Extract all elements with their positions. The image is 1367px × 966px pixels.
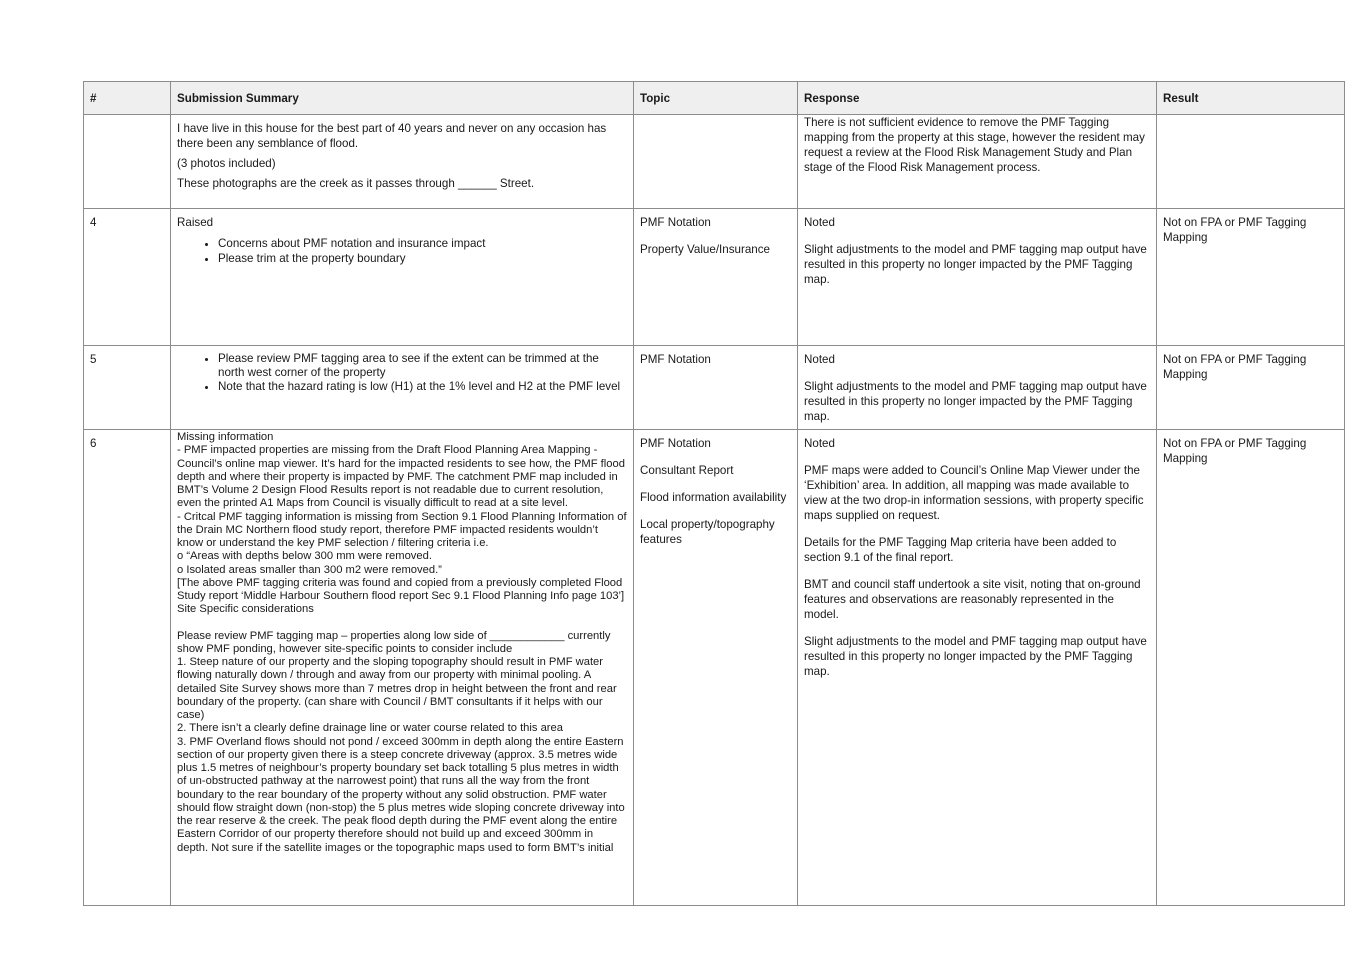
response-paragraph: Noted bbox=[804, 437, 835, 450]
row-number: 4 bbox=[83, 208, 171, 346]
summary-bullet: Concerns about PMF notation and insuranc… bbox=[218, 236, 627, 251]
summary-line: Study report ‘Middle Harbour Southern fl… bbox=[177, 590, 625, 602]
summary-cell: Please review PMF tagging area to see if… bbox=[170, 345, 634, 430]
header-result: Result bbox=[1156, 81, 1345, 115]
summary-line: o “Areas with depths below 300 mm were r… bbox=[177, 550, 432, 563]
topic-item: Consultant Report bbox=[640, 464, 734, 477]
summary-line: 1. Steep nature of our property and the … bbox=[177, 656, 617, 721]
result-cell bbox=[1156, 114, 1345, 209]
response-paragraph: BMT and council staff undertook a site v… bbox=[804, 578, 1141, 621]
summary-text-block: Missing information - PMF impacted prope… bbox=[177, 430, 627, 905]
summary-line: - Critcal PMF tagging information is mis… bbox=[177, 510, 627, 550]
topic-cell: PMF Notation Consultant Report Flood inf… bbox=[633, 429, 798, 906]
summary-cell: Missing information - PMF impacted prope… bbox=[170, 429, 634, 906]
summary-cell: Raised Concerns about PMF notation and i… bbox=[170, 208, 634, 346]
summary-line: 2. There isn’t a clearly define drainage… bbox=[177, 722, 563, 735]
table-row: I have live in this house for the best p… bbox=[83, 114, 1345, 209]
header-topic: Topic bbox=[633, 81, 798, 115]
summary-bullet-list: Concerns about PMF notation and insuranc… bbox=[177, 236, 627, 266]
result-cell: Not on FPA or PMF Tagging Mapping bbox=[1156, 208, 1345, 346]
header-submission-summary: Submission Summary bbox=[170, 81, 634, 115]
summary-intro: Raised bbox=[177, 216, 214, 229]
summary-line: Site Specific considerations bbox=[177, 603, 314, 616]
summary-blank-line bbox=[177, 617, 627, 630]
topic-item: Property Value/Insurance bbox=[640, 243, 770, 256]
topic-item: Local property/topography features bbox=[640, 518, 775, 546]
table-row: 4 Raised Concerns about PMF notation and… bbox=[83, 208, 1345, 346]
topic-item: PMF Notation bbox=[640, 216, 711, 229]
response-paragraph: Noted bbox=[804, 353, 835, 366]
summary-line: Missing information bbox=[177, 431, 274, 443]
row-number: 5 bbox=[83, 345, 171, 430]
table-row: 6 Missing information - PMF impacted pro… bbox=[83, 429, 1345, 906]
header-number: # bbox=[83, 81, 171, 115]
result-cell: Not on FPA or PMF Tagging Mapping bbox=[1156, 345, 1345, 430]
response-paragraph: Noted bbox=[804, 216, 835, 229]
response-cell: Noted Slight adjustments to the model an… bbox=[797, 208, 1157, 346]
header-response: Response bbox=[797, 81, 1157, 115]
summary-bullet: Note that the hazard rating is low (H1) … bbox=[218, 380, 627, 394]
summary-line: o Isolated areas smaller than 300 m2 wer… bbox=[177, 563, 442, 576]
table-row: 5 Please review PMF tagging area to see … bbox=[83, 345, 1345, 430]
summary-bullet: Please trim at the property boundary bbox=[218, 251, 627, 266]
result-cell: Not on FPA or PMF Tagging Mapping bbox=[1156, 429, 1345, 906]
response-paragraph: Slight adjustments to the model and PMF … bbox=[804, 243, 1147, 286]
response-paragraph: Slight adjustments to the model and PMF … bbox=[804, 380, 1147, 423]
summary-line: - PMF impacted properties are missing fr… bbox=[177, 444, 625, 510]
topic-cell bbox=[633, 114, 798, 209]
response-cell: There is not sufficient evidence to remo… bbox=[797, 114, 1157, 209]
topic-item: PMF Notation bbox=[640, 437, 711, 450]
topic-cell: PMF Notation Property Value/Insurance bbox=[633, 208, 798, 346]
response-paragraph: There is not sufficient evidence to remo… bbox=[804, 116, 1145, 174]
response-paragraph: PMF maps were added to Council’s Online … bbox=[804, 464, 1144, 522]
row-number bbox=[83, 114, 171, 209]
submissions-table: # Submission Summary Topic Response Resu… bbox=[83, 81, 1345, 906]
row-number: 6 bbox=[83, 429, 171, 906]
topic-cell: PMF Notation bbox=[633, 345, 798, 430]
topic-item: PMF Notation bbox=[640, 353, 711, 366]
topic-item: Flood information availability bbox=[640, 491, 787, 504]
response-paragraph: Slight adjustments to the model and PMF … bbox=[804, 635, 1147, 678]
table-header-row: # Submission Summary Topic Response Resu… bbox=[83, 81, 1345, 115]
summary-paragraph: These photographs are the creek as it pa… bbox=[177, 177, 535, 190]
response-cell: Noted Slight adjustments to the model an… bbox=[797, 345, 1157, 430]
summary-line: 3. PMF Overland flows should not pond / … bbox=[177, 735, 625, 854]
summary-line: [The above PMF tagging criteria was foun… bbox=[177, 576, 623, 589]
summary-cell: I have live in this house for the best p… bbox=[170, 114, 634, 209]
summary-bullet-list: Please review PMF tagging area to see if… bbox=[177, 352, 627, 394]
summary-line: Please review PMF tagging map – properti… bbox=[177, 629, 611, 655]
response-cell: Noted PMF maps were added to Council’s O… bbox=[797, 429, 1157, 906]
summary-paragraph: (3 photos included) bbox=[177, 157, 276, 170]
summary-paragraph: I have live in this house for the best p… bbox=[177, 122, 607, 150]
response-paragraph: Details for the PMF Tagging Map criteria… bbox=[804, 536, 1117, 564]
summary-bullet: Please review PMF tagging area to see if… bbox=[218, 352, 627, 380]
